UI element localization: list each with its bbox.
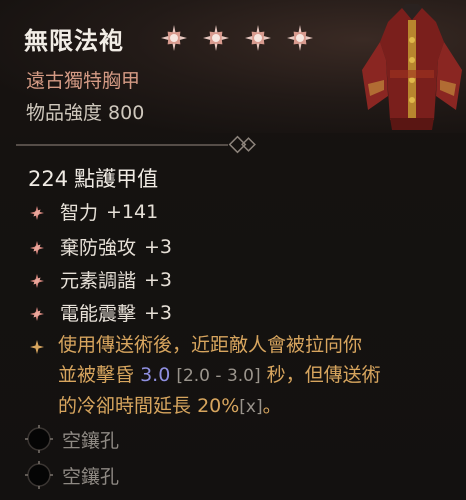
item-type: 遠古獨特胸甲 <box>26 70 141 92</box>
unique-text-segment: 秒，但傳送術 <box>266 364 381 386</box>
socket-icon <box>25 461 53 489</box>
armor-label: 點護甲值 <box>74 167 159 191</box>
affix-value: +3 <box>144 235 173 258</box>
star-icon <box>203 25 229 51</box>
header-divider <box>16 135 256 154</box>
affix-name: 智力 <box>60 202 99 224</box>
affix-value: +3 <box>144 268 173 291</box>
unique-value: 3.0 <box>140 364 171 386</box>
affix-row: 元素調諧 +3 <box>30 266 172 293</box>
affix-row: 電能震擊 +3 <box>30 299 172 326</box>
star-icon <box>161 25 187 51</box>
unique-line-1: 使用傳送術後，近距敵人會被拉向你 <box>58 334 363 356</box>
socket-label: 空鑲孔 <box>62 429 120 452</box>
unique-bullet-icon <box>30 340 44 354</box>
star-icon <box>287 25 313 51</box>
affix-bullet-icon <box>30 273 44 288</box>
unique-text-segment: 的冷卻時間延長 <box>58 395 192 417</box>
unique-line-3: 的冷卻時間延長 20%[x]。 <box>58 391 450 422</box>
armor-value: 224 點護甲值 <box>28 163 158 193</box>
item-power-value: 800 <box>108 102 145 124</box>
ancestral-stars <box>160 24 314 52</box>
affix-bullet-icon <box>30 306 44 321</box>
unique-text-segment: 。 <box>262 395 282 417</box>
affix-bullet-icon <box>30 205 44 220</box>
unique-power: 使用傳送術後，近距敵人會被拉向你 並被擊昏 3.0 [2.0 - 3.0] 秒，… <box>30 330 450 422</box>
socket-label: 空鑲孔 <box>62 465 120 488</box>
affix-value: +3 <box>144 301 173 324</box>
item-power: 物品強度 800 <box>26 98 144 125</box>
item-tooltip: 無限法袍 遠古獨特胸甲 物品強度 800 224 點護甲值 智力 +141 棄防… <box>0 0 466 500</box>
affix-value: +141 <box>106 200 159 223</box>
affix-name: 電能震擊 <box>60 303 137 325</box>
empty-socket: 空鑲孔 <box>24 424 119 454</box>
unique-line-2: 並被擊昏 3.0 [2.0 - 3.0] 秒，但傳送術 <box>58 360 450 391</box>
armor-number: 224 <box>28 167 69 191</box>
item-name: 無限法袍 <box>24 27 124 55</box>
unique-text-segment: 並被擊昏 <box>58 364 135 386</box>
affix-row: 棄防強攻 +3 <box>30 233 172 260</box>
unique-range: [x] <box>239 397 263 417</box>
chest-armor-portrait <box>362 4 462 130</box>
unique-range: [2.0 - 3.0] <box>176 366 261 386</box>
socket-icon <box>25 425 53 453</box>
affix-row: 智力 +141 <box>30 198 158 225</box>
affix-name: 棄防強攻 <box>60 237 137 259</box>
unique-value: 20% <box>197 395 240 417</box>
item-power-label: 物品強度 <box>26 102 103 124</box>
empty-socket: 空鑲孔 <box>24 460 119 490</box>
affix-bullet-icon <box>30 240 44 255</box>
unique-power-text: 使用傳送術後，近距敵人會被拉向你 並被擊昏 3.0 [2.0 - 3.0] 秒，… <box>58 330 450 422</box>
affix-name: 元素調諧 <box>60 270 137 292</box>
star-icon <box>245 25 271 51</box>
